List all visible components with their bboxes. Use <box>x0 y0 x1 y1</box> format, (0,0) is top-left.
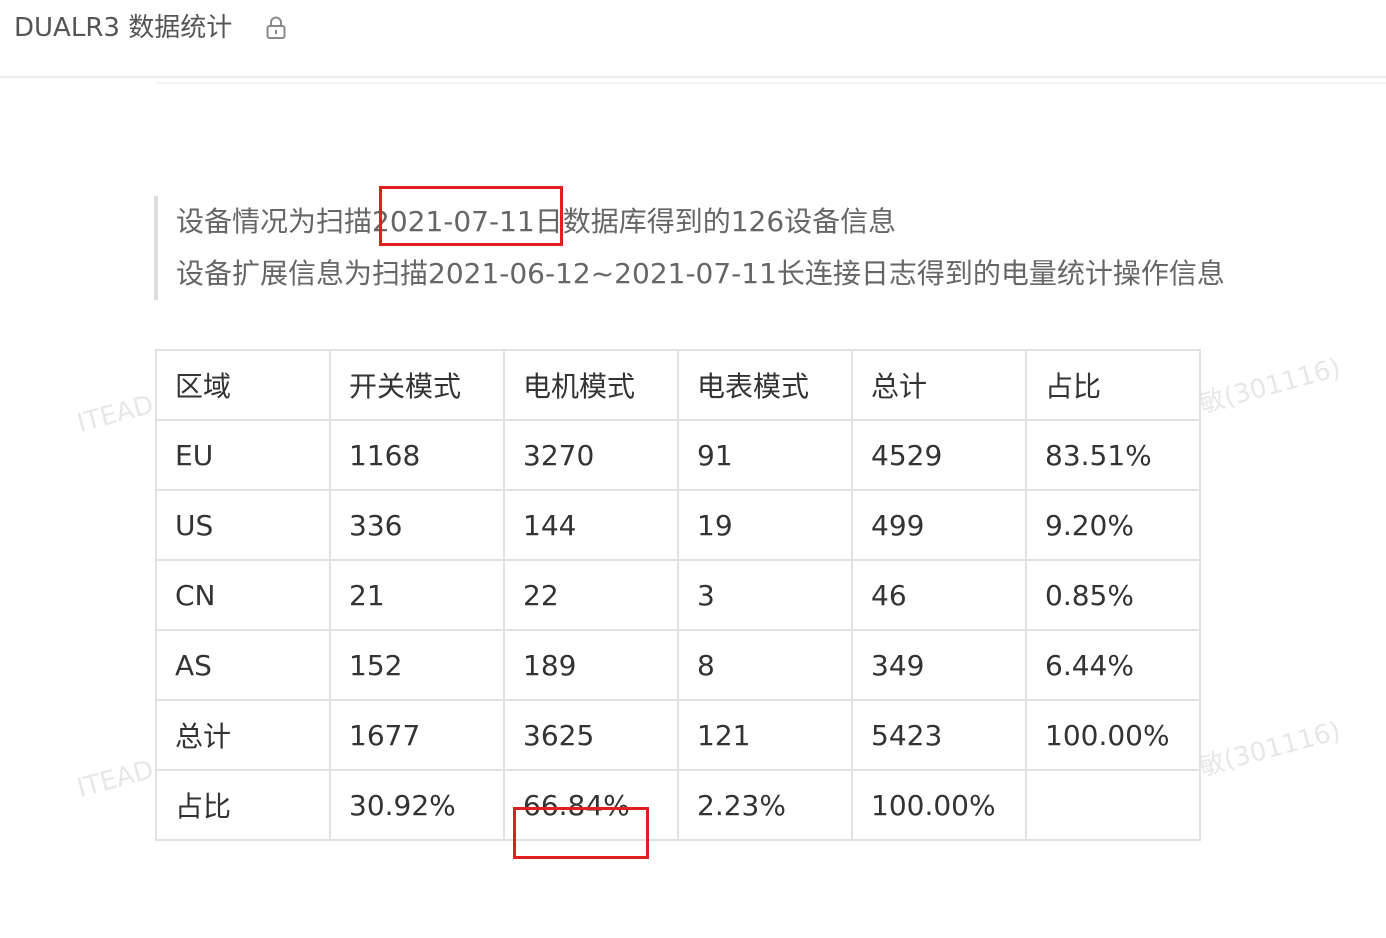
table-cell: 总计 <box>155 699 331 771</box>
table-cell: 5423 <box>851 699 1027 771</box>
table-cell: 区域 <box>155 349 331 421</box>
table-cell: 66.84% <box>503 769 679 841</box>
table-cell: AS <box>155 629 331 701</box>
table-cell: 8 <box>677 629 853 701</box>
table-cell: 499 <box>851 489 1027 561</box>
table-header-row: 区域 开关模式 电机模式 电表模式 总计 占比 <box>155 349 1201 421</box>
table-cell: 2.23% <box>677 769 853 841</box>
table-cell: 总计 <box>851 349 1027 421</box>
table-cell: 144 <box>503 489 679 561</box>
table-body: 区域 开关模式 电机模式 电表模式 总计 占比 EU 1168 3270 91 4529 83.51%… <box>155 349 1201 841</box>
info-blockquote: 设备情况为扫描2021-07-11日数据库得到的126设备信息 设备扩展信息为扫… <box>154 196 1334 300</box>
table-cell: 21 <box>329 559 505 631</box>
table-cell: 152 <box>329 629 505 701</box>
table-row: EU 1168 3270 91 4529 83.51% <box>155 419 1201 491</box>
table-row: 总计 1677 3625 121 5423 100.00% <box>155 699 1201 771</box>
table-cell: EU <box>155 419 331 491</box>
table-cell: 91 <box>677 419 853 491</box>
table-cell: 0.85% <box>1025 559 1201 631</box>
table-cell: 9.20% <box>1025 489 1201 561</box>
table-cell: 30.92% <box>329 769 505 841</box>
document-title: DUALR3 数据统计 <box>14 13 233 43</box>
region-stats-table: 区域 开关模式 电机模式 电表模式 总计 占比 EU 1168 3270 91 4529 83.51%… <box>155 349 1201 841</box>
watermark: ITEAD <box>74 754 157 804</box>
lock-icon[interactable] <box>264 15 288 41</box>
table-row: 占比 30.92% 66.84% 2.23% 100.00% <box>155 769 1201 841</box>
lock-icon-svg <box>266 16 286 39</box>
watermark: ITEAD <box>74 389 157 439</box>
table-cell: 19 <box>677 489 853 561</box>
table-cell: 1168 <box>329 419 505 491</box>
table-row: AS 152 189 8 349 6.44% <box>155 629 1201 701</box>
table-cell: 占比 <box>1025 349 1201 421</box>
document-page: DUALR3 数据统计 ITEAD ITEAD 敏(301116) 敏(3011… <box>0 0 1386 938</box>
table-cell: 121 <box>677 699 853 771</box>
table-cell: 336 <box>329 489 505 561</box>
watermark: 敏(301116) <box>1195 716 1344 783</box>
table-cell: 100.00% <box>851 769 1027 841</box>
table-cell: 电表模式 <box>677 349 853 421</box>
content-divider <box>156 82 1386 84</box>
table-cell: 100.00% <box>1025 699 1201 771</box>
table-cell: 349 <box>851 629 1027 701</box>
quote-line-extended-info: 设备扩展信息为扫描2021-06-12~2021-07-11长连接日志得到的电量… <box>176 257 1225 290</box>
table-cell: 6.44% <box>1025 629 1201 701</box>
table-cell: 占比 <box>155 769 331 841</box>
table-row: US 336 144 19 499 9.20% <box>155 489 1201 561</box>
table-cell: 3625 <box>503 699 679 771</box>
watermark: 敏(301116) <box>1195 353 1344 420</box>
table-cell: US <box>155 489 331 561</box>
table-cell: 83.51% <box>1025 419 1201 491</box>
table-cell: 3270 <box>503 419 679 491</box>
document-header: DUALR3 数据统计 <box>0 0 1386 78</box>
table-cell: 开关模式 <box>329 349 505 421</box>
table-cell: 电机模式 <box>503 349 679 421</box>
table-cell: 46 <box>851 559 1027 631</box>
table-row: CN 21 22 3 46 0.85% <box>155 559 1201 631</box>
table-cell: 4529 <box>851 419 1027 491</box>
table-cell: 189 <box>503 629 679 701</box>
quote-line-scan-info: 设备情况为扫描2021-07-11日数据库得到的126设备信息 <box>176 205 897 238</box>
table-cell: 22 <box>503 559 679 631</box>
table-cell: CN <box>155 559 331 631</box>
table-cell <box>1025 769 1201 841</box>
table-cell: 1677 <box>329 699 505 771</box>
table-cell: 3 <box>677 559 853 631</box>
